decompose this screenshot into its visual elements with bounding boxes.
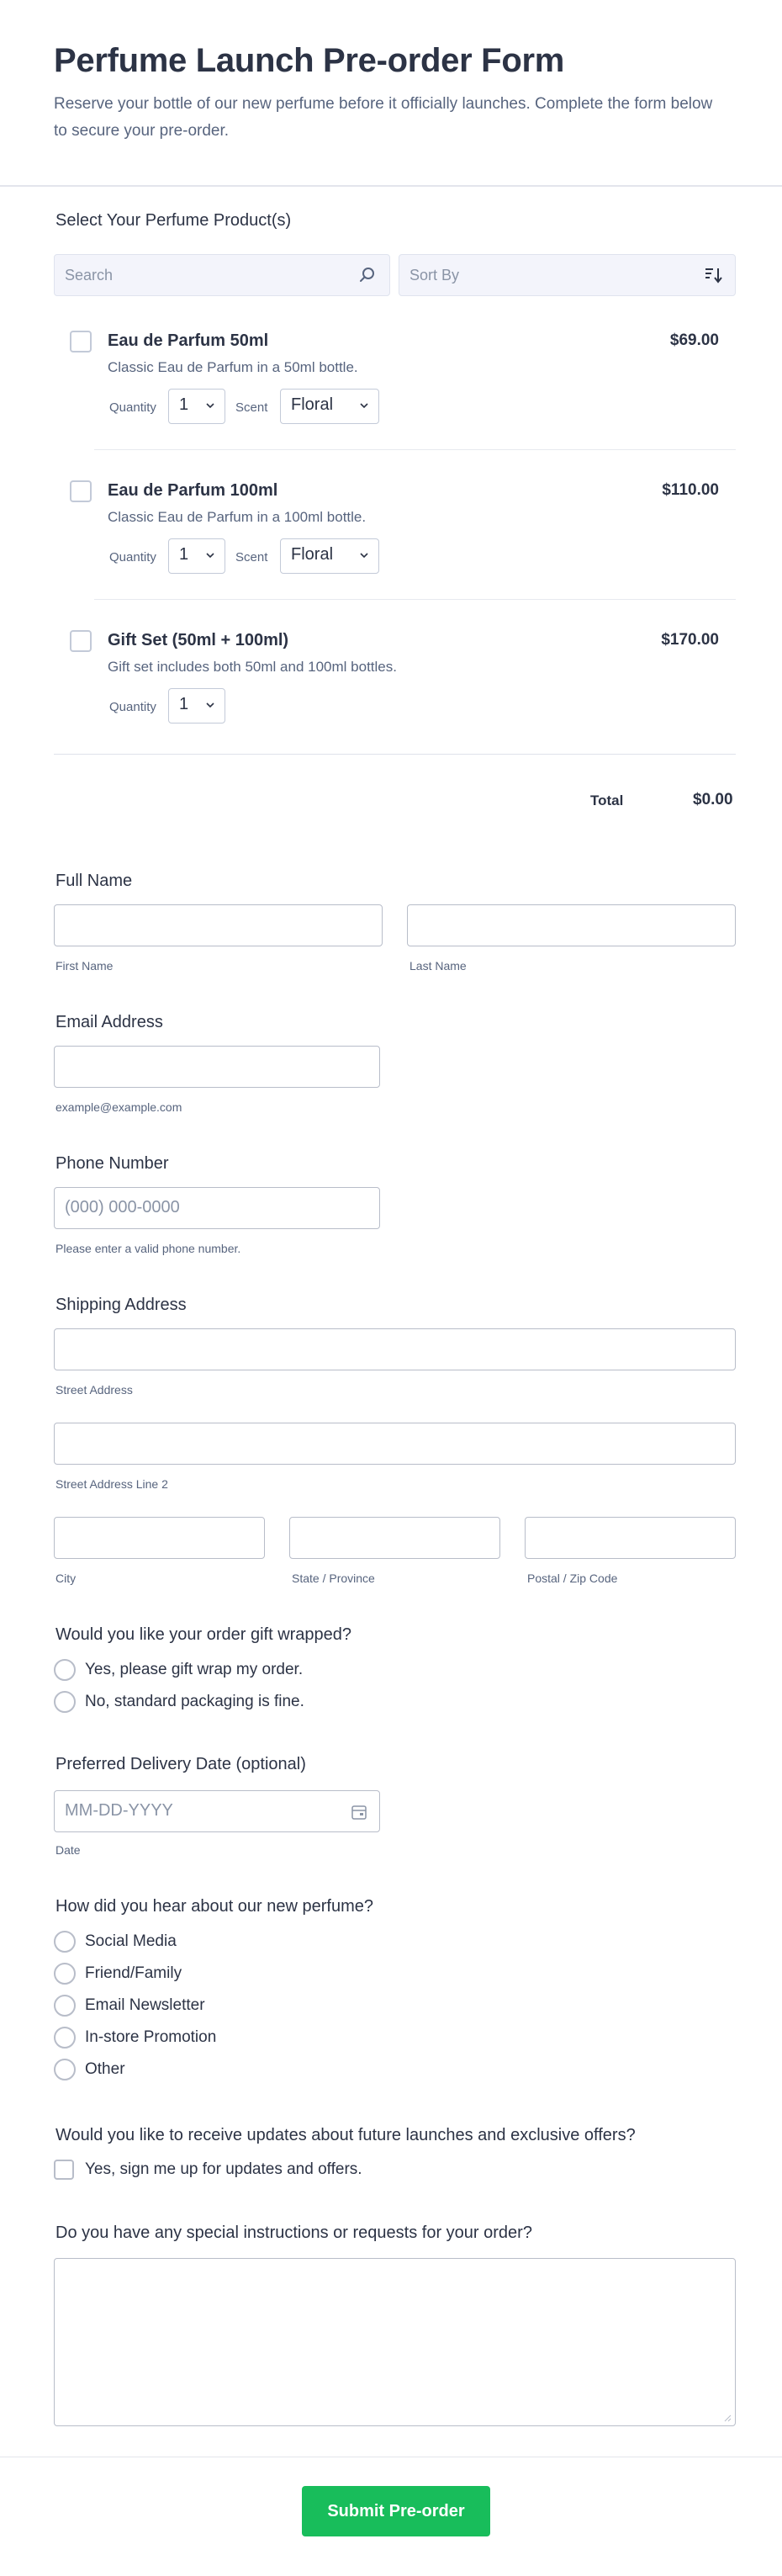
product-description: Gift set includes both 50ml and 100ml bo… (108, 659, 397, 675)
instructions-textarea[interactable] (54, 2258, 736, 2426)
product-checkbox[interactable] (70, 630, 92, 652)
street-address-input[interactable] (54, 1328, 736, 1370)
hear-about-option: Friend/Family (85, 1964, 182, 1982)
email-label: Email Address (55, 1013, 163, 1031)
product-price: $110.00 (662, 481, 719, 499)
calendar-icon[interactable] (351, 1804, 367, 1821)
hear-about-radio[interactable] (54, 1995, 76, 2017)
instructions-label: Do you have any special instructions or … (55, 2224, 532, 2242)
page-subtitle: Reserve your bottle of our new perfume b… (54, 95, 713, 140)
gift-wrap-no-radio[interactable] (54, 1691, 76, 1713)
scent-select[interactable]: Floral (280, 538, 379, 574)
quantity-label: Quantity (109, 700, 156, 714)
gift-wrap-yes-radio[interactable] (54, 1659, 76, 1681)
phone-sublabel: Please enter a valid phone number. (55, 1242, 241, 1255)
quantity-select[interactable]: 1 (168, 538, 225, 574)
address-label: Shipping Address (55, 1296, 187, 1314)
email-sublabel: example@example.com (55, 1100, 182, 1114)
search-placeholder: Search (65, 267, 114, 284)
city-sublabel: City (55, 1572, 77, 1585)
chevron-down-icon (206, 403, 214, 409)
full-name-label: Full Name (55, 872, 133, 890)
updates-label: Would you like to receive updates about … (55, 2126, 636, 2144)
quantity-select[interactable]: 1 (168, 389, 225, 424)
gift-wrap-label: Would you like your order gift wrapped? (55, 1625, 352, 1644)
quantity-value: 1 (179, 545, 189, 564)
total-label: Total (590, 792, 624, 808)
state-input[interactable] (289, 1517, 500, 1559)
hear-about-radio[interactable] (54, 2027, 76, 2049)
total-value: $0.00 (693, 791, 733, 808)
scent-label: Scent (235, 550, 268, 564)
product-description: Classic Eau de Parfum in a 100ml bottle. (108, 509, 367, 525)
hear-about-option: Email Newsletter (85, 1996, 205, 2014)
sort-by-select[interactable]: Sort By (399, 254, 736, 296)
header-divider (0, 185, 782, 187)
first-name-input[interactable] (54, 904, 383, 946)
city-input[interactable] (54, 1517, 265, 1559)
scent-value: Floral (291, 395, 334, 414)
product-name: Gift Set (50ml + 100ml) (108, 631, 289, 649)
products-label: Select Your Perfume Product(s) (55, 211, 292, 230)
scent-select[interactable]: Floral (280, 389, 379, 424)
hear-about-radio[interactable] (54, 1963, 76, 1985)
quantity-label: Quantity (109, 550, 156, 564)
product-divider (94, 449, 736, 450)
hear-about-option: Social Media (85, 1932, 177, 1950)
email-input[interactable] (54, 1046, 380, 1088)
scent-label: Scent (235, 400, 268, 415)
hear-about-radio[interactable] (54, 1931, 76, 1953)
chevron-down-icon (206, 553, 214, 559)
sort-placeholder: Sort By (409, 267, 460, 284)
submit-preorder-button[interactable]: Submit Pre-order (302, 2486, 490, 2536)
street-address-sublabel: Street Address (55, 1383, 133, 1397)
quantity-label: Quantity (109, 400, 156, 415)
sort-icon (705, 268, 722, 284)
quantity-select[interactable]: 1 (168, 688, 225, 724)
products-divider (54, 754, 736, 755)
hear-about-label: How did you hear about our new perfume? (55, 1897, 374, 1916)
page-title: Perfume Launch Pre-order Form (54, 42, 564, 79)
state-sublabel: State / Province (292, 1572, 375, 1585)
product-name: Eau de Parfum 100ml (108, 481, 278, 500)
phone-placeholder: (000) 000-0000 (65, 1198, 180, 1216)
product-price: $170.00 (661, 631, 719, 649)
first-name-sublabel: First Name (55, 959, 114, 973)
gift-wrap-yes-label: Yes, please gift wrap my order. (85, 1661, 304, 1678)
phone-label: Phone Number (55, 1154, 169, 1173)
updates-option-label: Yes, sign me up for updates and offers. (85, 2160, 362, 2178)
zip-sublabel: Postal / Zip Code (527, 1572, 618, 1585)
product-checkbox[interactable] (70, 480, 92, 502)
delivery-date-input[interactable]: MM-DD-YYYY (54, 1790, 380, 1832)
product-checkbox[interactable] (70, 331, 92, 352)
resize-handle-icon[interactable] (723, 2414, 732, 2422)
chevron-down-icon (206, 702, 214, 708)
phone-input[interactable]: (000) 000-0000 (54, 1187, 380, 1229)
date-placeholder: MM-DD-YYYY (65, 1801, 173, 1820)
gift-wrap-no-label: No, standard packaging is fine. (85, 1693, 304, 1710)
date-sublabel: Date (55, 1843, 81, 1857)
delivery-date-label: Preferred Delivery Date (optional) (55, 1755, 306, 1773)
product-name: Eau de Parfum 50ml (108, 331, 269, 350)
product-search-input[interactable]: Search (54, 254, 390, 296)
product-description: Classic Eau de Parfum in a 50ml bottle. (108, 359, 358, 375)
product-price: $69.00 (669, 331, 719, 349)
quantity-value: 1 (179, 695, 189, 713)
scent-value: Floral (291, 545, 334, 564)
zip-input[interactable] (525, 1517, 736, 1559)
last-name-input[interactable] (407, 904, 736, 946)
hear-about-option: Other (85, 2060, 125, 2078)
street-address-line2-input[interactable] (54, 1423, 736, 1465)
chevron-down-icon (360, 553, 368, 559)
search-icon (360, 268, 374, 282)
updates-checkbox[interactable] (54, 2160, 74, 2180)
chevron-down-icon (360, 403, 368, 409)
street-address-line2-sublabel: Street Address Line 2 (55, 1477, 168, 1491)
hear-about-radio[interactable] (54, 2059, 76, 2080)
last-name-sublabel: Last Name (409, 959, 467, 973)
hear-about-option: In-store Promotion (85, 2028, 217, 2046)
product-divider (94, 599, 736, 600)
quantity-value: 1 (179, 395, 189, 414)
